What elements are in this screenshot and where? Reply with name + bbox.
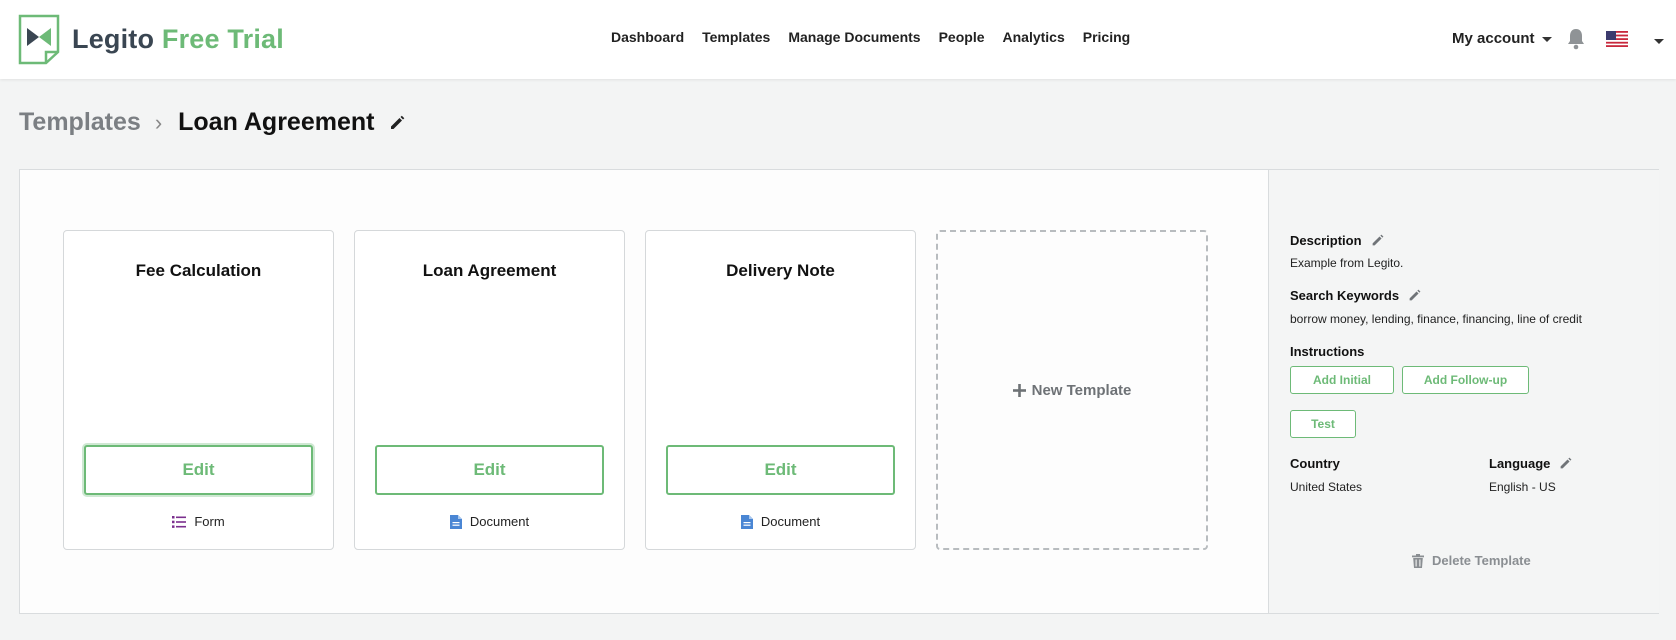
pencil-icon[interactable] [389,115,405,131]
instructions-label: Instructions [1290,344,1365,359]
bell-icon[interactable] [1566,28,1586,50]
search-keywords-value: borrow money, lending, finance, financin… [1290,312,1582,326]
pencil-icon[interactable] [1408,289,1421,302]
country-heading: Country [1290,456,1340,471]
template-card-delivery-note: Delivery Note Edit Document [645,230,916,550]
edit-button[interactable]: Edit [375,445,604,495]
list-icon [172,515,187,528]
plus-icon [1012,383,1026,397]
chevron-right-icon: › [154,109,163,135]
nav-dashboard[interactable]: Dashboard [611,29,684,45]
pencil-icon[interactable] [1371,234,1384,247]
brand-name: Legito [72,23,155,54]
description-heading: Description [1290,233,1384,248]
search-keywords-heading: Search Keywords [1290,288,1421,303]
pencil-icon[interactable] [1559,457,1572,470]
breadcrumb: Templates › Loan Agreement [19,108,405,137]
brand-text: Legito Free Trial [72,24,284,55]
test-button[interactable]: Test [1290,410,1356,438]
edit-button[interactable]: Edit [84,445,313,495]
country-value: United States [1290,480,1363,494]
template-panel: Fee Calculation Edit Form Loan Agreement… [19,169,1659,614]
page-title: Loan Agreement [178,108,375,136]
card-title: Loan Agreement [422,261,557,280]
search-keywords-label: Search Keywords [1290,288,1400,303]
nav-manage-documents[interactable]: Manage Documents [788,29,920,45]
delete-template-button[interactable]: Delete Template [1412,553,1531,568]
top-navigation-bar: Legito Free Trial Dashboard Templates Ma… [0,0,1676,79]
language-chevron-down-icon[interactable] [1654,39,1664,44]
nav-pricing[interactable]: Pricing [1083,29,1130,45]
edit-button[interactable]: Edit [666,445,895,495]
trash-icon [1412,553,1424,568]
card-type: Document [355,514,624,529]
brand-trial-label: Free Trial [161,23,284,54]
document-icon [740,514,753,529]
template-card-loan-agreement: Loan Agreement Edit Document [354,230,625,550]
my-account-menu[interactable]: My account [1452,30,1552,47]
add-initial-button[interactable]: Add Initial [1290,366,1394,394]
chevron-down-icon [1541,37,1552,42]
card-type-label: Form [194,514,225,529]
delete-template-label: Delete Template [1432,553,1531,568]
legito-logo-icon [18,14,60,64]
template-card-fee-calculation: Fee Calculation Edit Form [63,230,334,550]
language-value: English - US [1489,480,1556,494]
card-type-label: Document [760,514,821,529]
nav-people[interactable]: People [939,29,985,45]
country-label: Country [1290,456,1340,471]
description-value: Example from Legito. [1290,256,1404,270]
instructions-heading: Instructions [1290,344,1364,359]
brand[interactable]: Legito Free Trial [18,13,284,65]
add-follow-up-button[interactable]: Add Follow-up [1402,366,1529,394]
breadcrumb-templates-link[interactable]: Templates [19,108,141,137]
my-account-label: My account [1452,30,1535,47]
card-title: Delivery Note [726,261,835,280]
main-nav: Dashboard Templates Manage Documents Peo… [611,29,1130,45]
language-heading: Language [1489,456,1572,471]
card-type: Document [646,514,915,529]
nav-analytics[interactable]: Analytics [1003,29,1065,45]
nav-templates[interactable]: Templates [702,29,770,45]
card-title: Fee Calculation [135,261,262,280]
new-template-label: New Template [1031,381,1132,399]
card-type-label: Document [469,514,530,529]
new-template-button[interactable]: New Template [936,230,1208,550]
card-type: Form [64,514,333,529]
language-label: Language [1489,456,1551,471]
description-label: Description [1290,233,1362,248]
template-details-sidebar: Description Example from Legito. Search … [1268,170,1659,613]
document-icon [449,514,462,529]
us-flag-icon[interactable] [1606,31,1628,47]
